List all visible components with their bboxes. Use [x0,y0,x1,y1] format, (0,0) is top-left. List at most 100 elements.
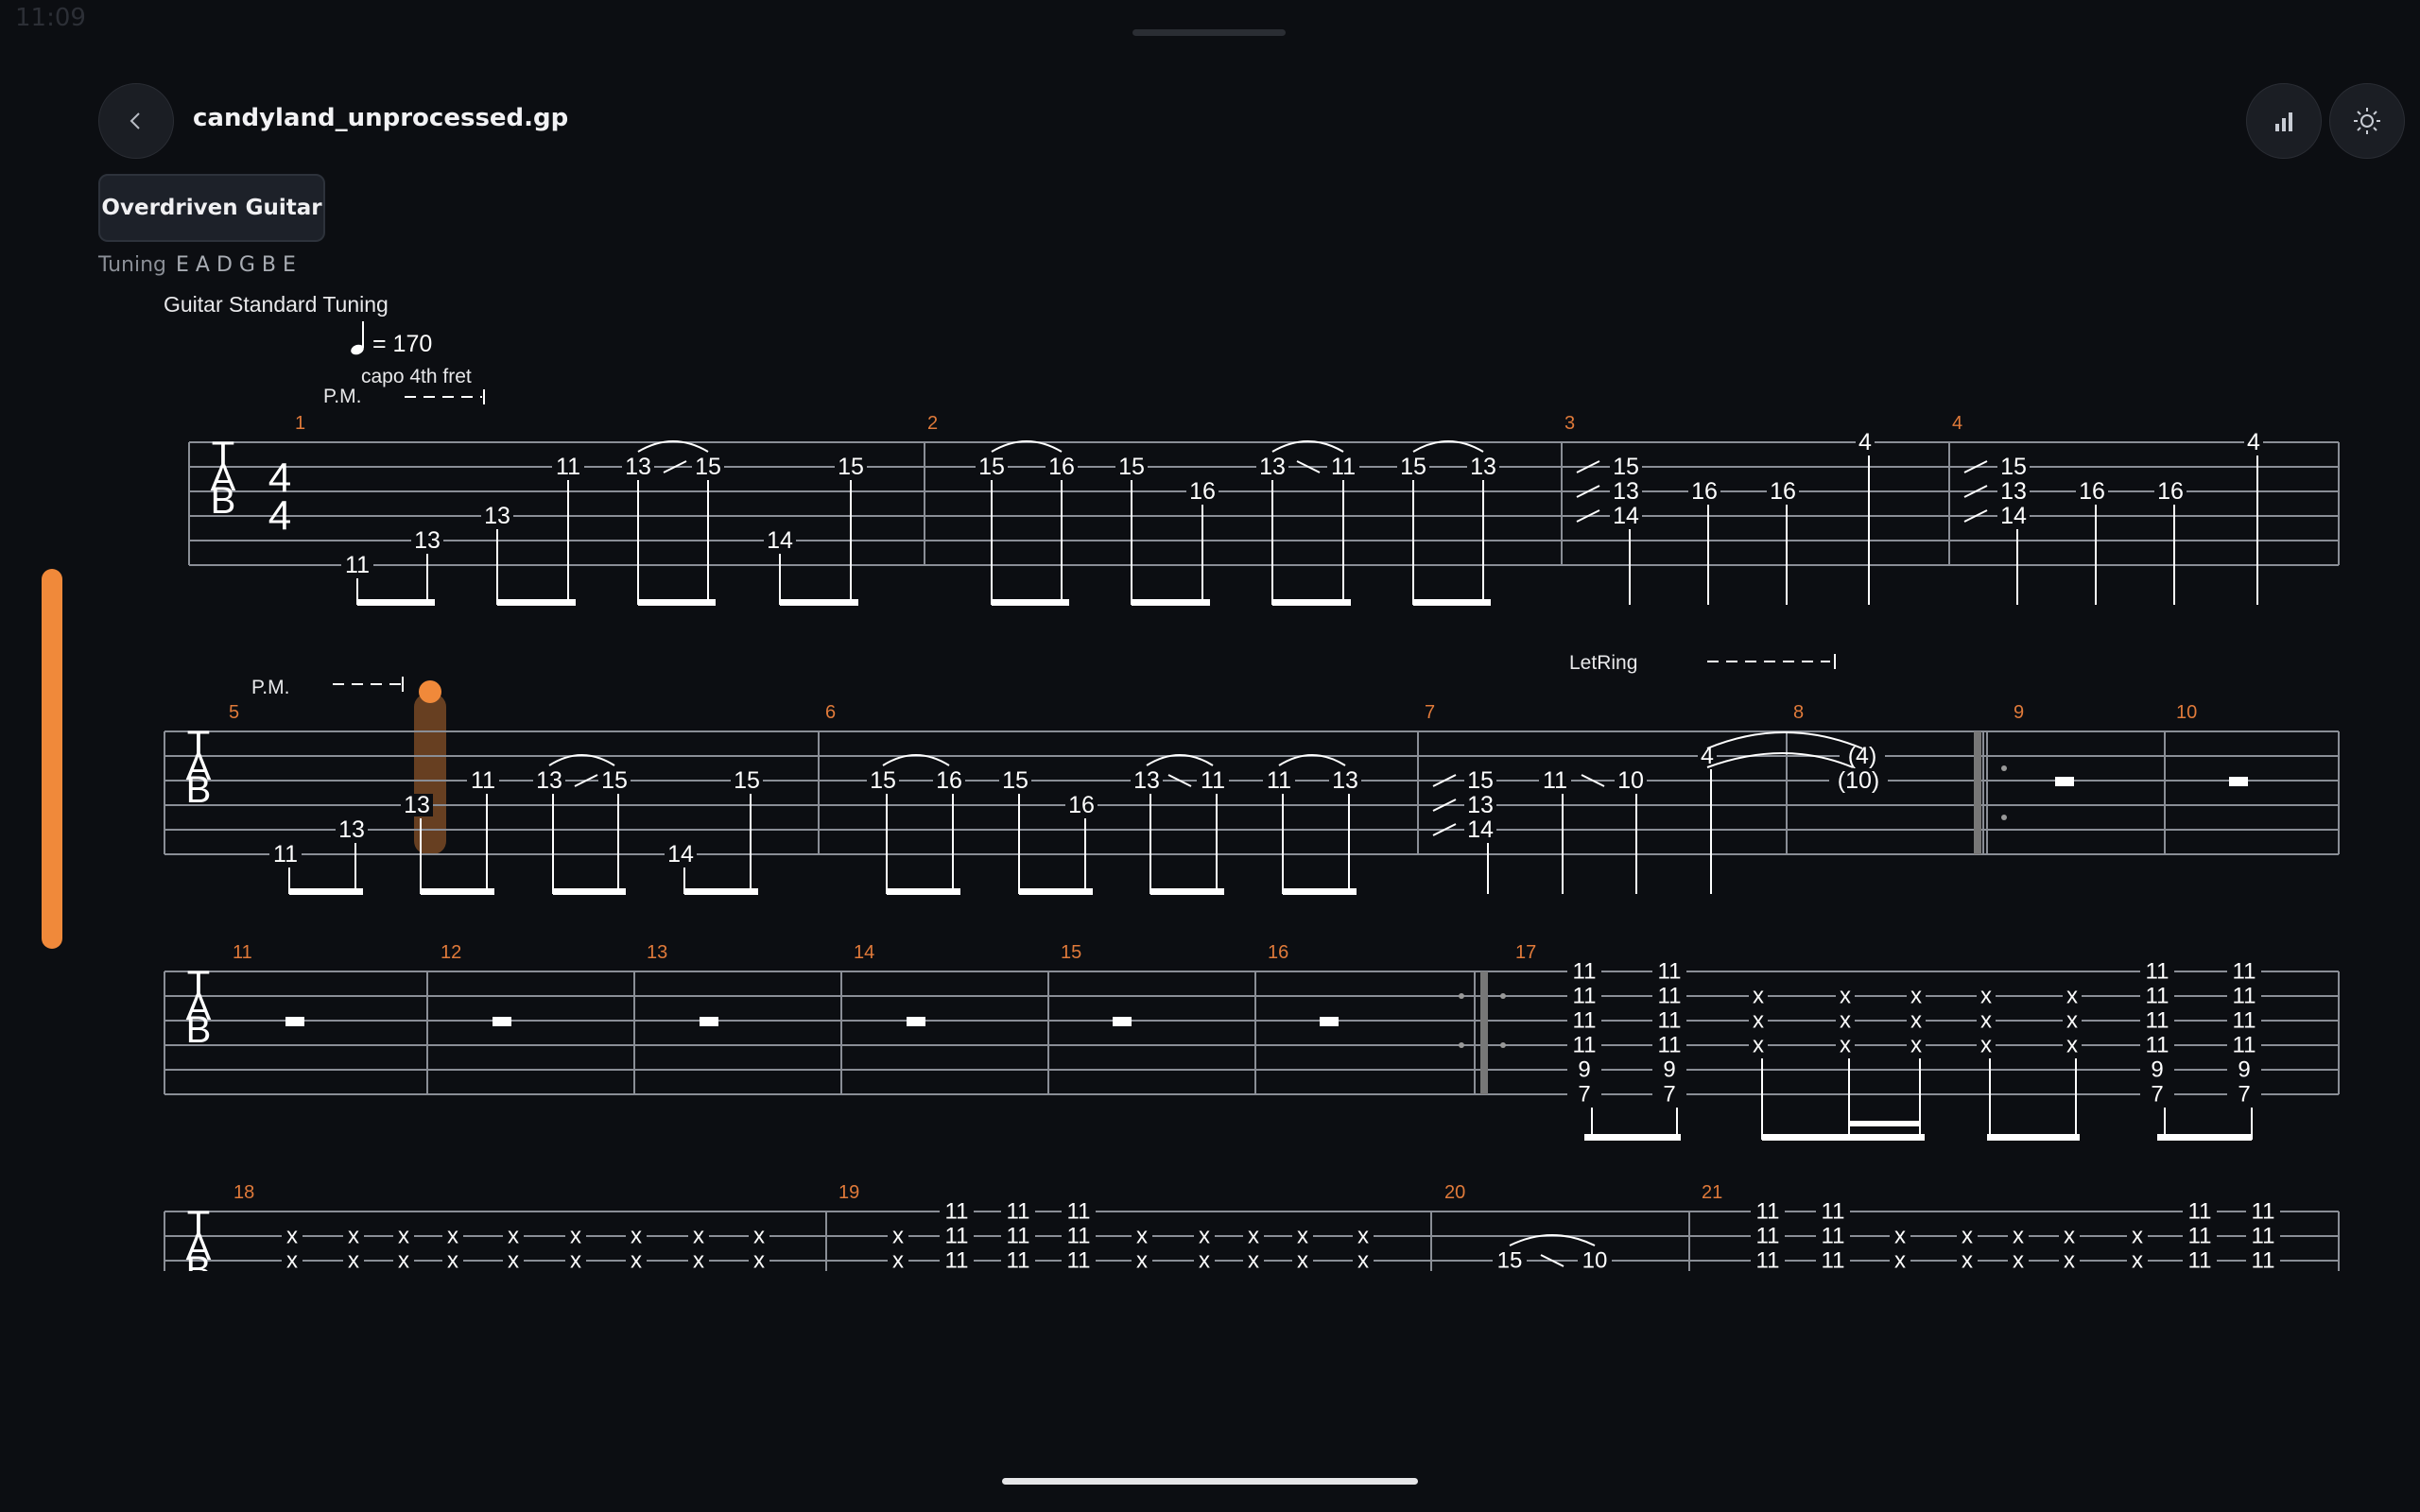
dead-note: x [447,1224,458,1249]
bar-number: 8 [1793,702,1804,723]
fret-number: 11 [1822,1199,1845,1225]
fret-number: 15 [1118,454,1145,480]
repeat-start-bar [1480,971,1488,1094]
dead-note: x [286,1224,298,1249]
dead-note: x [1840,1033,1851,1058]
note-beam [1762,1134,1925,1141]
repeat-dot [2001,815,2007,820]
fret-number: 11 [2252,1248,2275,1274]
dead-note: x [570,1224,581,1249]
bar-number: 3 [1564,413,1575,434]
tab-score[interactable]: Guitar Standard Tuning = 170 capo 4th fr… [0,0,2420,1512]
dead-note: x [1297,1224,1308,1249]
fret-number: 11 [1007,1199,1030,1225]
dead-note: x [693,1224,704,1249]
fret-number: 16 [2157,478,2184,505]
repeat-end-bar [1974,731,1981,854]
tab-system-2: TAB5 6 7 8 9 1011131311 13 151415 15 16 151613 11 11… [164,702,2340,895]
dead-note: x [2066,1008,2078,1034]
dead-note: x [2066,984,2078,1009]
dead-note: x [1910,984,1922,1009]
note-beam [1283,888,1357,895]
dead-note: x [1894,1224,1906,1249]
pm-marking-2: P.M. [251,677,289,698]
repeat-dot [2001,765,2007,771]
fret-number: 11 [2188,1248,2212,1274]
bar-number: 16 [1268,942,1288,963]
fret-number: 13 [404,792,430,818]
bar-number: 4 [1952,413,1962,434]
fret-number: 11 [345,552,370,578]
dead-note: x [892,1248,904,1274]
fret-number: 13 [1133,767,1160,794]
fret-number: 9 [1578,1057,1590,1083]
dead-note: x [1910,1033,1922,1058]
tab-system-3: TAB11 12 13 14 15 16 1711111111971111111197111… [164,942,2340,1141]
time-signature-bottom: 4 [268,493,291,540]
dead-note: x [1840,1008,1851,1034]
dead-note: x [631,1224,642,1249]
bar-number: 6 [825,702,836,723]
fret-number: 13 [1259,454,1286,480]
tab-clef-letter: B [186,1009,212,1051]
fret-number: 15 [1613,454,1639,480]
bar-number: 13 [647,942,667,963]
dead-note: x [508,1224,519,1249]
bar-number: 17 [1515,942,1536,963]
fret-number: 11 [2233,984,2256,1009]
tab-clef-letter: B [186,1249,212,1291]
fret-number: 11 [1756,1224,1780,1249]
fret-number: 13 [2000,478,2027,505]
note-beam [1987,1134,2080,1141]
fret-number: 9 [2238,1057,2250,1083]
tab-clef-letter: B [186,769,212,811]
fret-number: 11 [1067,1199,1091,1225]
fret-number: 11 [1756,1199,1780,1225]
note-beam [1019,888,1093,895]
tab-clef-letter: B [211,480,236,522]
dead-note: x [1753,1008,1764,1034]
fret-number: 15 [1002,767,1028,794]
repeat-dot [1500,993,1506,999]
fret-number: 11 [945,1224,969,1249]
fret-number: 4 [2247,429,2260,455]
fret-number: 16 [936,767,962,794]
fret-number: 11 [1756,1248,1780,1274]
fret-number: 11 [1573,1033,1597,1058]
fret-number: 7 [2151,1082,2163,1108]
dead-note: x [1894,1248,1906,1274]
playback-cursor-handle[interactable] [419,680,441,703]
dead-note: x [753,1224,765,1249]
fret-number: 11 [1267,767,1291,794]
dead-note: x [398,1248,409,1274]
dead-note: x [508,1248,519,1274]
bar-number: 5 [229,702,239,723]
fret-number: 15 [1497,1248,1523,1274]
dead-note: x [693,1248,704,1274]
fret-number: 11 [2252,1224,2275,1249]
note-beam [780,599,858,606]
note-beam [289,888,363,895]
fret-number: 11 [2252,1199,2275,1225]
fret-number: 13 [536,767,562,794]
note-beam [1272,599,1351,606]
fret-number: 16 [1770,478,1796,505]
dead-note: x [1753,1033,1764,1058]
fret-number: 16 [2079,478,2105,505]
dead-note: x [1248,1248,1259,1274]
long-tie [1706,731,1863,749]
dead-note: x [2132,1248,2143,1274]
fret-number: 14 [1613,503,1639,529]
fret-number: 11 [1658,1008,1682,1034]
dead-note: x [1980,1033,1992,1058]
dead-note: x [1980,1008,1992,1034]
dead-note: x [1199,1248,1210,1274]
bar-number: 18 [233,1182,254,1203]
note-beam [684,888,758,895]
fret-number: 13 [338,816,365,843]
bar-number: 19 [838,1182,859,1203]
bar-number: 11 [233,942,252,963]
dead-note: x [1357,1224,1369,1249]
fret-number: 15 [870,767,896,794]
tab-system-4: TAB18 19 20 21xxxxxxxxxxxxxxxxxxxx111111111… [164,1182,2340,1291]
